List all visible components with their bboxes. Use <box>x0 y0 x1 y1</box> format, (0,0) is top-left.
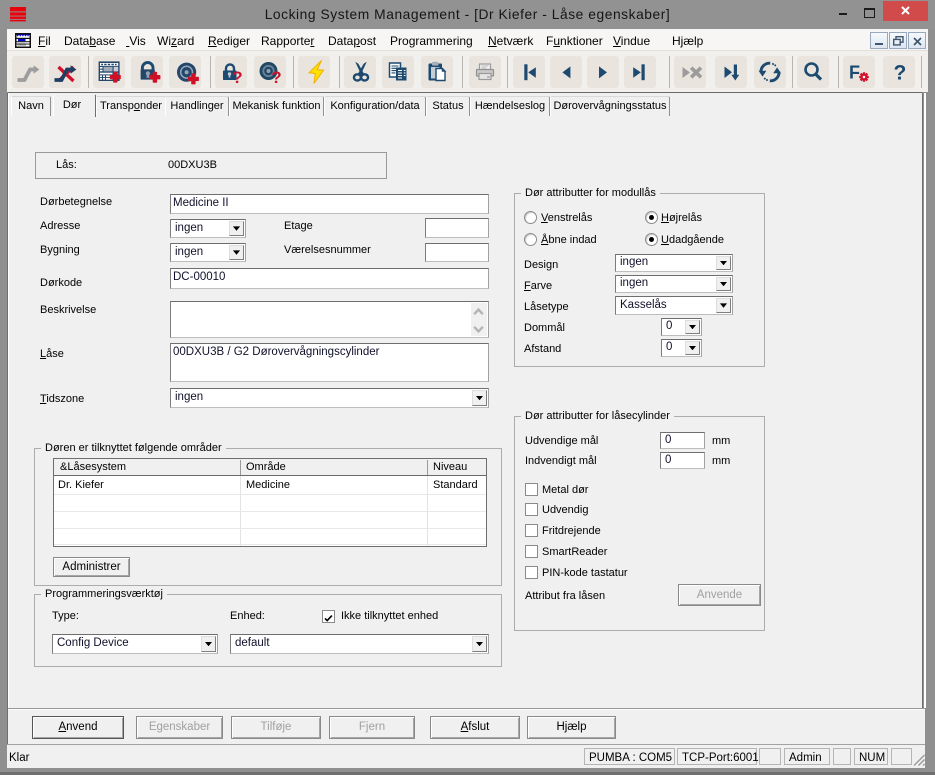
svg-text:?: ? <box>232 68 242 87</box>
svg-text:?: ? <box>894 62 907 85</box>
svg-text:F: F <box>849 63 860 83</box>
svg-text:?: ? <box>271 68 281 87</box>
